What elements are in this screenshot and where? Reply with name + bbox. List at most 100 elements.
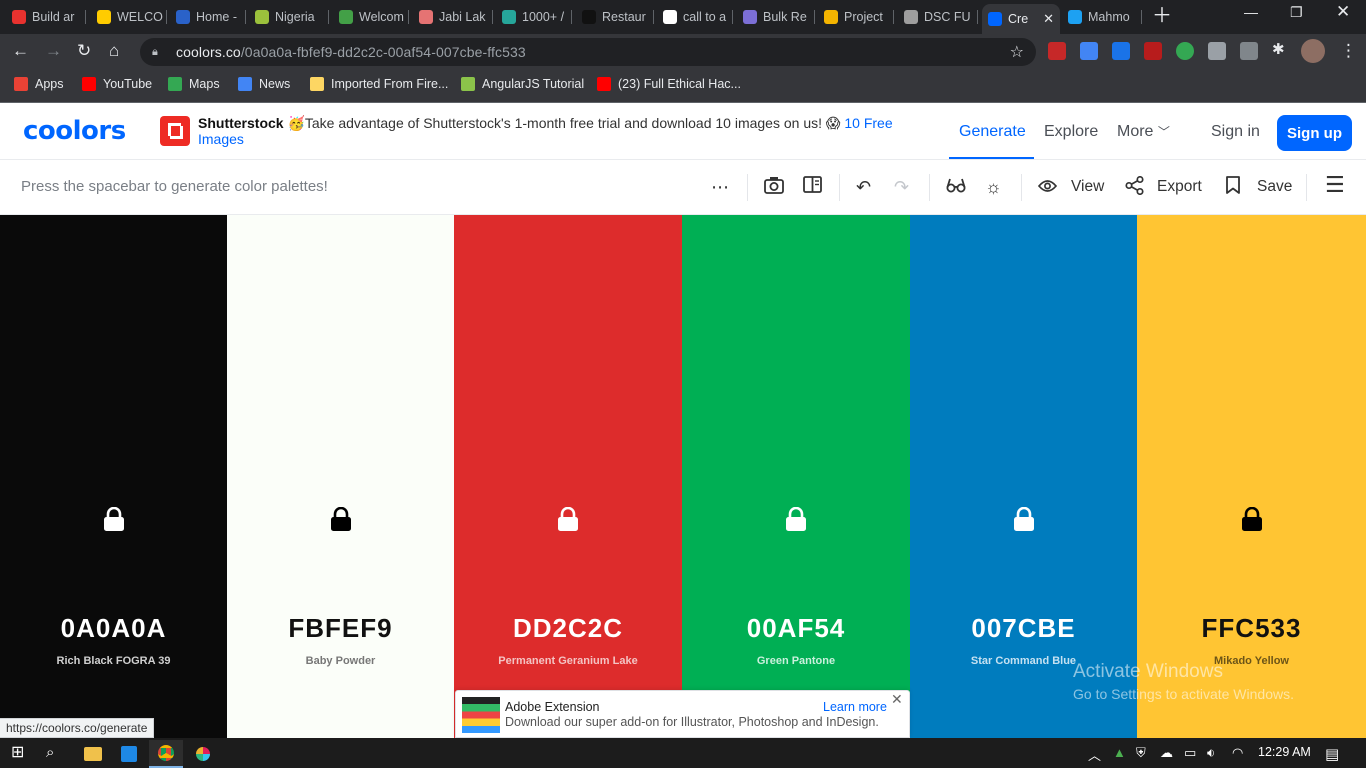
hex-code[interactable]: DD2C2C — [454, 613, 682, 644]
color-name[interactable]: Rich Black FOGRA 39 — [0, 655, 227, 667]
bookmark-item[interactable]: YouTube — [82, 77, 152, 91]
color-column[interactable]: 00AF54 Green Pantone — [682, 215, 910, 738]
bookmark-item[interactable]: News — [238, 77, 290, 91]
sign-up-button[interactable]: Sign up — [1277, 115, 1352, 151]
browser-tab[interactable]: Jabi Lak — [413, 4, 493, 30]
hex-code[interactable]: 00AF54 — [682, 613, 910, 644]
extension-icon[interactable] — [1176, 42, 1194, 60]
browser-tab[interactable]: Bulk Re — [737, 4, 815, 30]
sign-in-link[interactable]: Sign in — [1211, 123, 1260, 141]
export-button[interactable]: Export — [1157, 178, 1202, 196]
glasses-icon[interactable] — [946, 176, 966, 198]
minimize-icon[interactable]: — — [1244, 4, 1258, 20]
new-tab-button[interactable]: ＋ — [1152, 6, 1172, 26]
browser-tab[interactable]: Restaur — [576, 4, 654, 30]
browser-tab[interactable]: WELCO — [91, 4, 167, 30]
avatar[interactable] — [1301, 39, 1325, 63]
puzzle-icon[interactable]: ✱ — [1272, 40, 1290, 58]
more-options-icon[interactable]: ⋯ — [711, 176, 729, 198]
browser-tab[interactable]: call to a — [657, 4, 733, 30]
browser-tab[interactable]: Mahmo — [1062, 4, 1142, 30]
chrome-icon[interactable] — [149, 740, 183, 768]
hamburger-menu-icon[interactable]: ☰ — [1325, 174, 1345, 196]
notifications-icon[interactable]: ▤ — [1325, 745, 1339, 763]
bookmark-item[interactable]: Imported From Fire... — [310, 77, 448, 91]
chevron-up-icon[interactable]: ︿ — [1088, 745, 1101, 764]
clock[interactable]: 12:29 AM — [1258, 745, 1311, 759]
hex-code[interactable]: 007CBE — [910, 613, 1137, 644]
lock-icon[interactable] — [557, 507, 579, 531]
adobe-extension-toast[interactable]: Adobe Extension Learn more Download our … — [455, 690, 910, 738]
redo-icon[interactable]: ↷ — [894, 176, 909, 198]
eye-icon[interactable] — [1037, 176, 1058, 198]
learn-more-link[interactable]: Learn more — [823, 700, 887, 714]
browser-tab[interactable]: Welcom — [333, 4, 409, 30]
bookmark-item[interactable]: (23) Full Ethical Hac... — [597, 77, 741, 91]
extension-icon[interactable] — [1112, 42, 1130, 60]
save-button[interactable]: Save — [1257, 178, 1292, 196]
file-explorer-icon[interactable] — [76, 740, 110, 768]
bookmark-item[interactable]: Apps — [14, 77, 64, 91]
slack-icon[interactable] — [186, 740, 220, 768]
bookmark-star-icon[interactable]: ☆ — [1010, 42, 1024, 62]
color-name[interactable]: Green Pantone — [682, 655, 910, 667]
undo-icon[interactable]: ↶ — [856, 176, 871, 198]
browser-tab[interactable]: 1000+ / — [496, 4, 572, 30]
back-icon[interactable]: ← — [12, 41, 29, 61]
extension-icon[interactable] — [1048, 42, 1066, 60]
lock-icon[interactable] — [103, 507, 125, 531]
color-column[interactable]: FBFEF9 Baby Powder — [227, 215, 454, 738]
restore-icon[interactable]: ❐ — [1290, 4, 1303, 21]
camera-icon[interactable] — [764, 176, 784, 199]
kebab-menu-icon[interactable]: ⋮ — [1340, 41, 1357, 61]
close-window-icon[interactable]: ✕ — [1336, 2, 1350, 22]
drive-icon[interactable] — [1208, 42, 1226, 60]
cloud-icon[interactable]: ☁ — [1160, 745, 1173, 761]
color-name[interactable]: Baby Powder — [227, 655, 454, 667]
pdf-icon[interactable] — [1144, 42, 1162, 60]
browser-tab[interactable]: Home - — [170, 4, 246, 30]
lock-icon[interactable] — [785, 507, 807, 531]
lock-icon[interactable] — [330, 507, 352, 531]
color-column[interactable]: DD2C2C Permanent Geranium Lake — [454, 215, 682, 738]
nav-more[interactable]: More ﹀ — [1117, 123, 1170, 141]
extension-icon[interactable] — [1240, 42, 1258, 60]
color-name[interactable]: Permanent Geranium Lake — [454, 655, 682, 667]
hex-code[interactable]: 0A0A0A — [0, 613, 227, 644]
browser-tab[interactable]: DSC FU — [898, 4, 978, 30]
battery-icon[interactable]: ▭ — [1184, 745, 1196, 761]
forward-icon[interactable]: → — [45, 41, 62, 61]
search-icon[interactable]: ⌕ — [46, 744, 54, 762]
windows-start-icon[interactable]: ⊞ — [11, 744, 24, 762]
bookmark-item[interactable]: AngularJS Tutorial — [461, 77, 584, 91]
browser-tab[interactable]: Build ar — [6, 4, 86, 30]
color-column[interactable]: 0A0A0A Rich Black FOGRA 39 — [0, 215, 227, 738]
nav-generate[interactable]: Generate — [959, 123, 1026, 141]
address-bar[interactable]: 🔒︎ coolors.co/0a0a0a-fbfef9-dd2c2c-00af5… — [140, 38, 1036, 66]
view-button[interactable]: View — [1071, 178, 1104, 196]
nav-explore[interactable]: Explore — [1044, 123, 1098, 141]
network-activity-icon[interactable]: ▲ — [1113, 745, 1126, 760]
browser-tab[interactable]: Project — [818, 4, 894, 30]
color-column[interactable]: FFC533 Mikado Yellow — [1137, 215, 1366, 738]
sun-icon[interactable]: ☼ — [985, 176, 1002, 198]
shield-icon[interactable]: ⛨ — [1136, 745, 1146, 761]
translate-icon[interactable] — [1080, 42, 1098, 60]
lock-icon[interactable] — [1241, 507, 1263, 531]
hex-code[interactable]: FFC533 — [1137, 613, 1366, 644]
share-icon[interactable] — [1125, 175, 1144, 200]
bookmark-item[interactable]: Maps — [168, 77, 220, 91]
color-column[interactable]: 007CBE Star Command Blue — [910, 215, 1137, 738]
reload-icon[interactable]: ↻ — [77, 41, 91, 61]
volume-icon[interactable]: 🔉︎ — [1207, 745, 1215, 761]
close-icon[interactable]: ✕ — [891, 691, 903, 708]
vscode-icon[interactable] — [112, 740, 146, 768]
shutterstock-logo[interactable] — [160, 116, 190, 146]
browser-tab[interactable]: Cre ✕ — [982, 4, 1060, 34]
ad-banner[interactable]: Shutterstock 🥳Take advantage of Shutters… — [198, 115, 918, 147]
home-icon[interactable]: ⌂ — [109, 41, 119, 61]
coolors-logo[interactable]: coolors — [23, 116, 126, 146]
browser-tab[interactable]: Nigeria — [249, 4, 329, 30]
hex-code[interactable]: FBFEF9 — [227, 613, 454, 644]
bookmark-icon[interactable] — [1225, 176, 1241, 200]
